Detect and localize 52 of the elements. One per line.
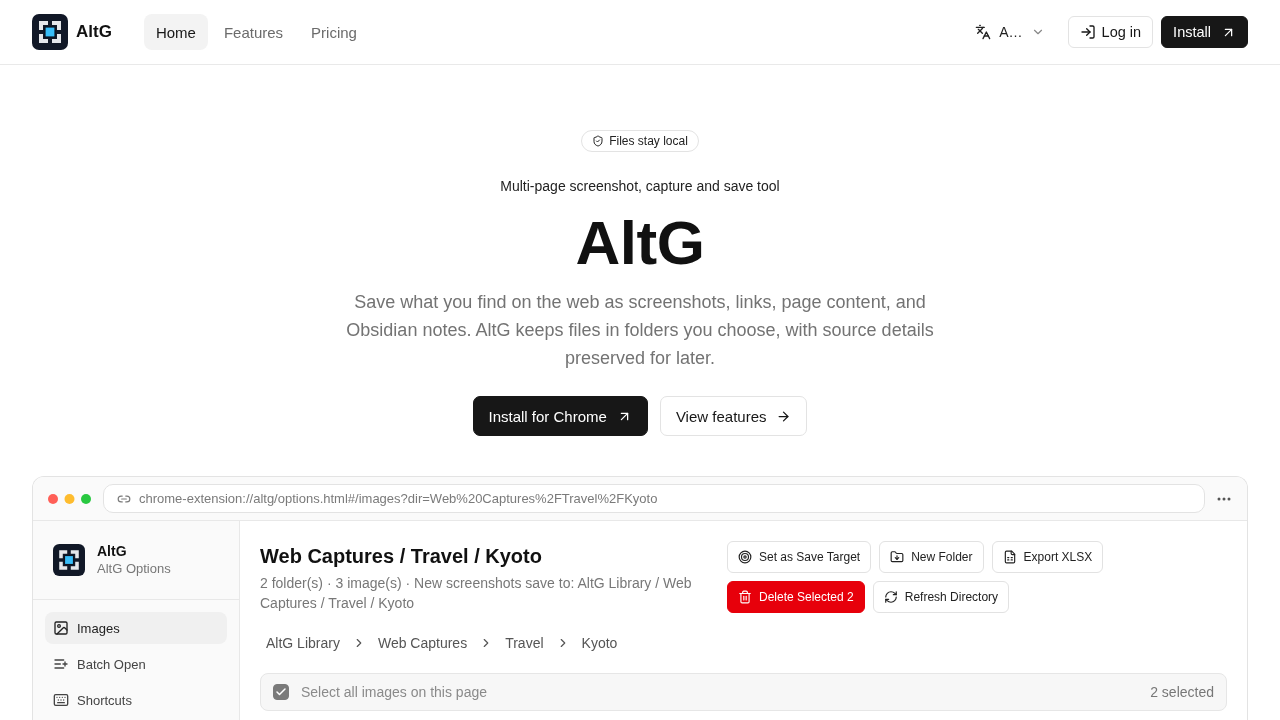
language-selector[interactable]: A… (971, 16, 1049, 48)
install-button[interactable]: Install (1161, 16, 1248, 48)
sidebar-item[interactable]: Batch Open (45, 648, 227, 680)
refresh-icon (883, 590, 898, 604)
folder-summary: 2 folder(s) · 3 image(s) · New screenshots save to: AltG Library / Web Captures / Travel / Kyoto (260, 574, 693, 613)
brand-name: AltG (76, 22, 112, 42)
breadcrumb-link[interactable]: AltG Library (260, 635, 346, 651)
breadcrumb-link[interactable]: Web Captures (371, 635, 474, 651)
translate-icon (975, 24, 992, 40)
trash-icon (738, 590, 752, 604)
check-icon (275, 686, 287, 698)
window-controls-icon (48, 493, 91, 504)
target-icon (738, 550, 752, 564)
nav-link[interactable]: Features (211, 14, 296, 50)
app-subtitle: AltG Options (97, 561, 171, 577)
view-features-button[interactable]: View features (659, 396, 808, 436)
folder-icon (890, 550, 905, 564)
nav-link[interactable]: Home (143, 14, 208, 50)
image-icon (53, 620, 69, 636)
hero-description: Save what you find on the web as screenshots, links, page content, and Obsidian notes. AltG keeps files in folders you choose, with source details preserved for later. (345, 291, 935, 370)
select-all-label: Select all images on this page (301, 684, 487, 700)
address-bar[interactable]: chrome-extension://altg/options.html#/images?dir=Web%20Captures%2FTravel%2FKyoto (103, 484, 1205, 513)
more-button[interactable] (1217, 496, 1231, 501)
action-button[interactable]: New Folder (879, 541, 984, 573)
login-button[interactable]: Log in (1067, 16, 1154, 48)
keyboard-icon (53, 692, 69, 708)
action-button[interactable]: Export XLSX (991, 541, 1104, 573)
checkbox[interactable] (273, 684, 289, 700)
breadcrumb-link[interactable]: Kyoto (575, 635, 624, 651)
list-plus-icon (53, 656, 69, 672)
badge-label: Files stay local (609, 134, 688, 148)
file-icon (1002, 550, 1017, 564)
page-title: Web Captures / Travel / Kyoto (260, 544, 543, 569)
arrow-right-icon (776, 408, 792, 424)
tagline: Multi-page screenshot, capture and save tool (500, 177, 780, 196)
action-button[interactable]: Refresh Directory (872, 581, 1010, 613)
breadcrumb-link[interactable]: Travel (499, 635, 550, 651)
hero-title: AltG (575, 207, 705, 279)
app-name: AltG (97, 543, 128, 559)
nav-link[interactable]: Pricing (299, 14, 369, 50)
action-button[interactable]: Delete Selected 2 (727, 581, 865, 613)
sidebar-item[interactable]: Shortcuts (45, 684, 227, 716)
sidebar-item[interactable]: Images (45, 612, 227, 644)
url-text: chrome-extension://altg/options.html#/images?dir=Web%20Captures%2FTravel%2FKyoto (139, 491, 658, 506)
ellipsis-icon (1217, 496, 1231, 501)
selection-count: 2 selected (1150, 684, 1214, 700)
shield-check-icon (592, 135, 605, 147)
action-button[interactable]: Set as Save Target (727, 541, 872, 573)
app-logo-icon (32, 14, 68, 50)
install-chrome-button[interactable]: Install for Chrome (472, 396, 648, 436)
app-logo-icon (53, 544, 85, 576)
login-icon (1079, 24, 1096, 40)
